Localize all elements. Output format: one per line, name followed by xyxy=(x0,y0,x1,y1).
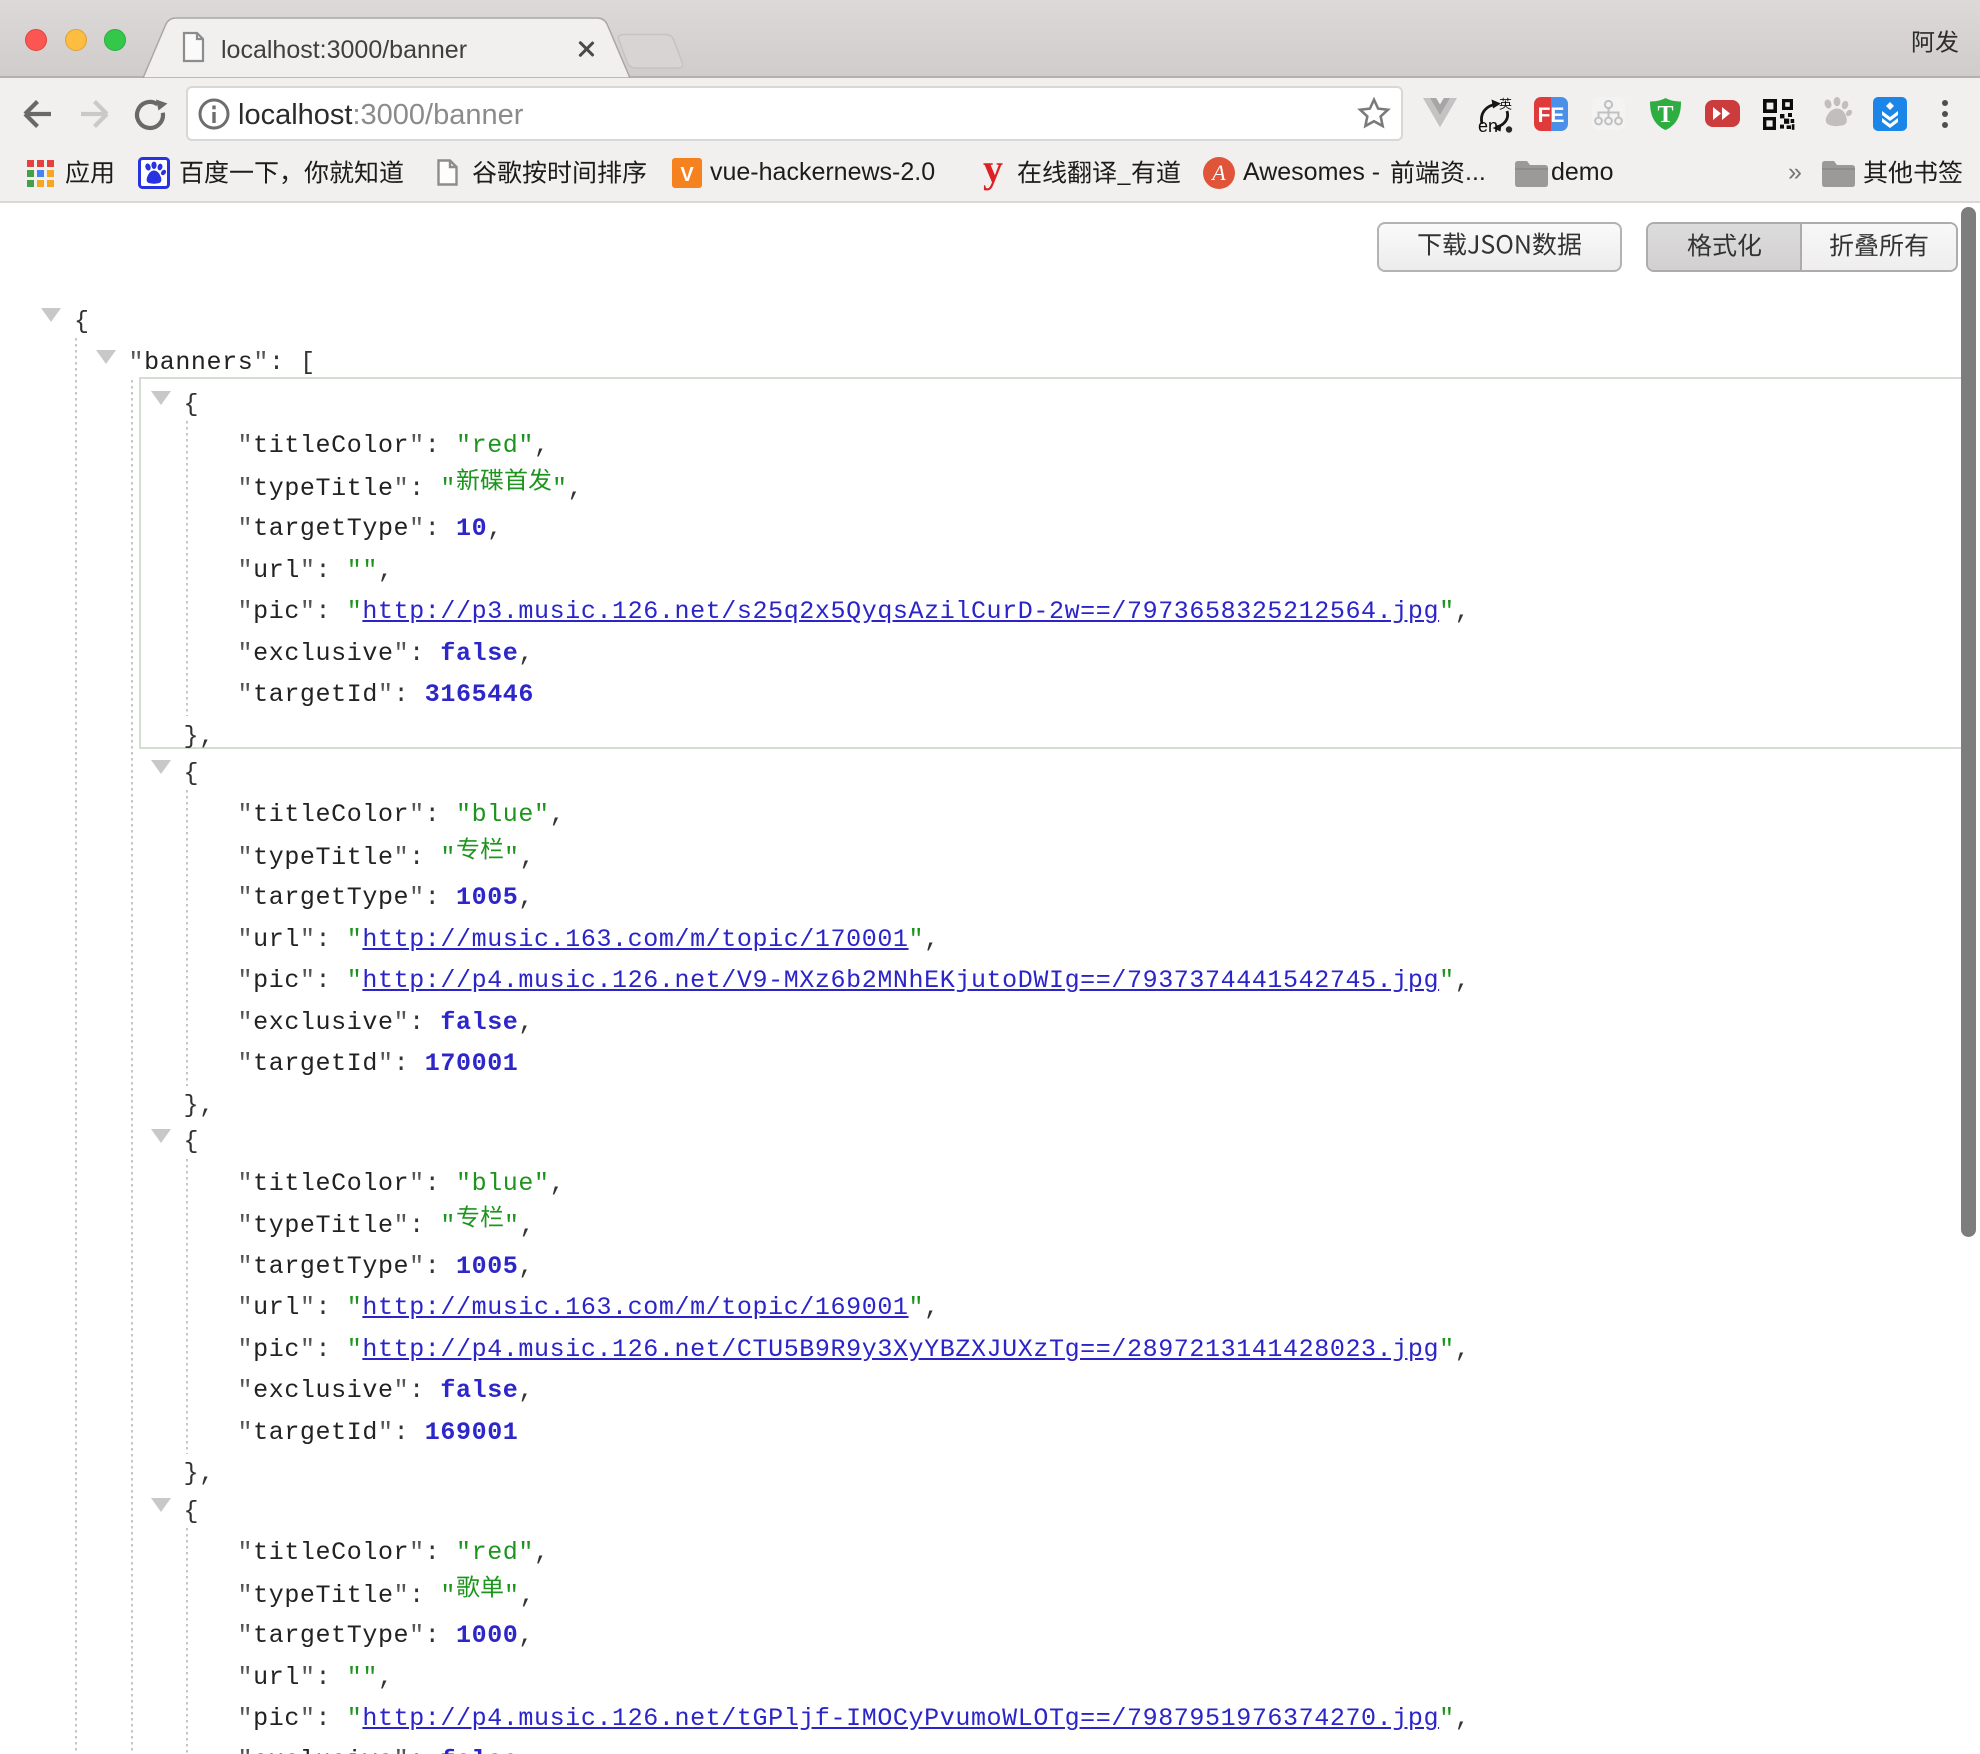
svg-text:y: y xyxy=(983,152,1003,191)
svg-text:A: A xyxy=(1210,160,1226,185)
svg-text:FE: FE xyxy=(1538,104,1565,127)
svg-text:V: V xyxy=(680,164,694,186)
svg-text:T: T xyxy=(1657,102,1673,128)
